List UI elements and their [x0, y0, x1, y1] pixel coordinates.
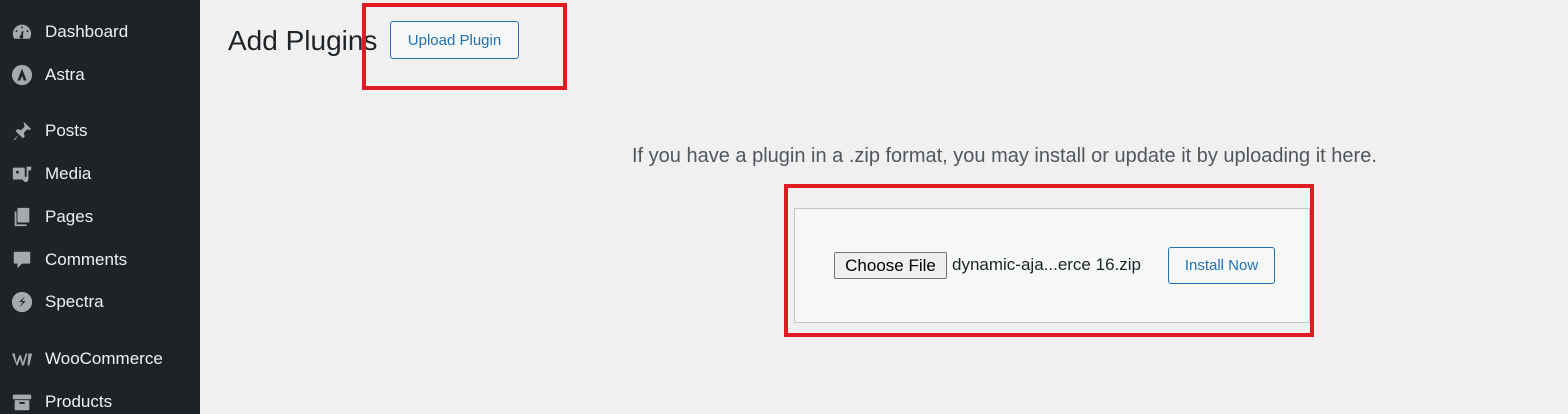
- media-icon: [10, 162, 34, 186]
- sidebar-item-dashboard[interactable]: Dashboard: [0, 14, 200, 50]
- sidebar-item-woocommerce[interactable]: WooCommerce: [0, 341, 200, 377]
- sidebar-item-label: WooCommerce: [45, 349, 163, 368]
- sidebar-item-astra[interactable]: Astra: [0, 57, 200, 93]
- spectra-icon: [10, 290, 34, 314]
- dashboard-icon: [10, 20, 34, 44]
- admin-sidebar: Dashboard Astra Posts Media Pages Commen…: [0, 0, 200, 414]
- comments-icon: [10, 248, 34, 272]
- sidebar-item-label: Posts: [45, 121, 88, 140]
- sidebar-item-label: Media: [45, 164, 92, 183]
- sidebar-item-products[interactable]: Products: [0, 384, 200, 414]
- sidebar-item-label: Astra: [45, 65, 85, 84]
- highlight-box-form: [784, 184, 1314, 337]
- astra-icon: [10, 63, 34, 87]
- upload-help-text: If you have a plugin in a .zip format, y…: [632, 145, 1377, 167]
- sidebar-item-media[interactable]: Media: [0, 156, 200, 192]
- highlight-box-upload: [362, 3, 567, 90]
- sidebar-item-pages[interactable]: Pages: [0, 199, 200, 235]
- pages-icon: [10, 205, 34, 229]
- sidebar-item-label: Comments: [45, 250, 128, 269]
- sidebar-item-label: Dashboard: [45, 22, 129, 41]
- sidebar-item-comments[interactable]: Comments: [0, 242, 200, 278]
- sidebar-item-label: Products: [45, 392, 113, 411]
- sidebar-item-label: Spectra: [45, 292, 104, 311]
- sidebar-item-posts[interactable]: Posts: [0, 113, 200, 149]
- page-title: Add Plugins: [228, 25, 378, 56]
- sidebar-item-spectra[interactable]: Spectra: [0, 284, 200, 320]
- sidebar-item-label: Pages: [45, 207, 94, 226]
- pin-icon: [10, 119, 34, 143]
- woocommerce-icon: [10, 347, 34, 371]
- products-icon: [10, 390, 34, 414]
